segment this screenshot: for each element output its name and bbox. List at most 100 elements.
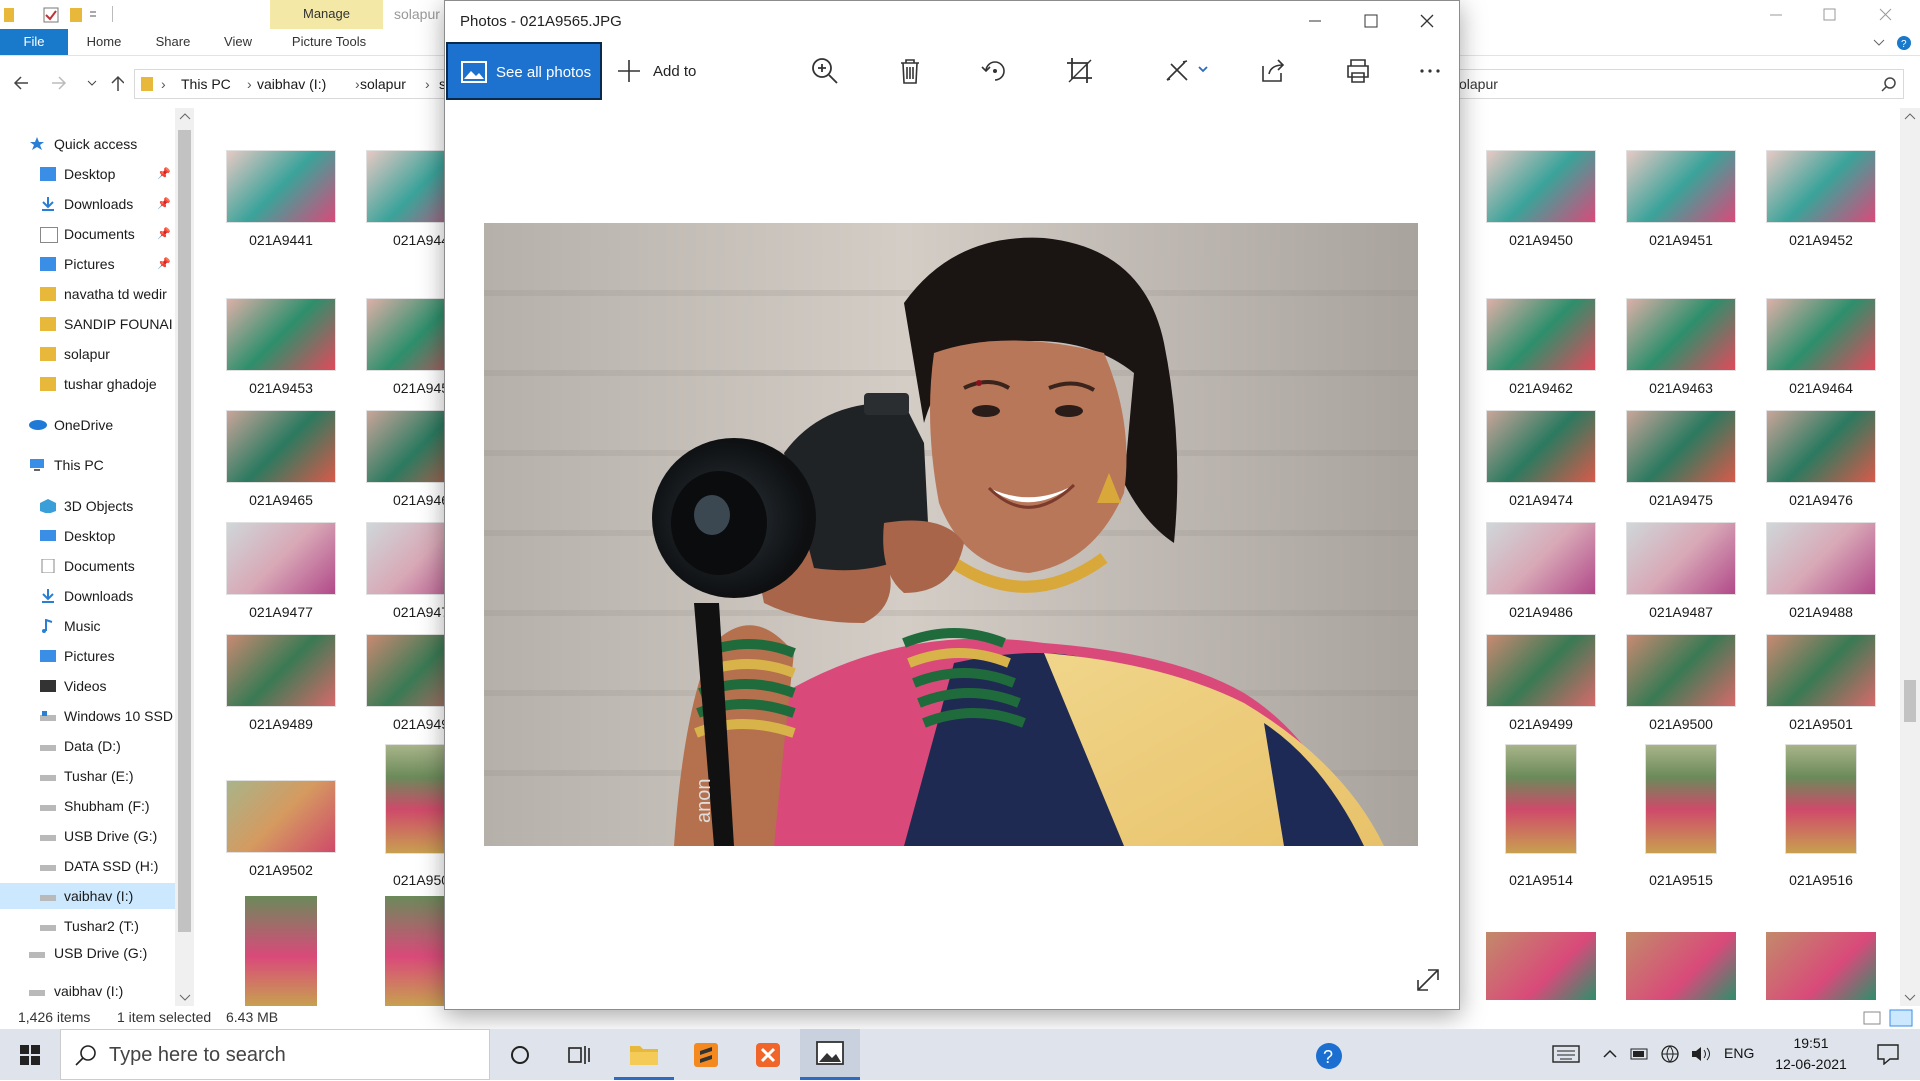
battery-icon[interactable] [1630, 1047, 1650, 1061]
language-indicator[interactable]: ENG [1724, 1045, 1754, 1061]
nav-quick-item[interactable]: SANDIP FOUNAI [0, 311, 175, 337]
fullscreen-button[interactable] [1413, 965, 1443, 995]
share-button[interactable] [1258, 56, 1288, 86]
quick-access-icons[interactable] [4, 6, 96, 24]
nav-quick-access[interactable]: Quick access [0, 131, 175, 157]
task-view-button[interactable] [550, 1029, 610, 1080]
nav-vaibhav-bottom[interactable]: vaibhav (I:) [0, 978, 175, 1004]
breadcrumb-this-pc[interactable]: This PC [181, 70, 231, 98]
file-thumbnail[interactable]: 021A9441 [226, 150, 336, 290]
main-photo[interactable]: anon [484, 223, 1418, 846]
nav-pc-item[interactable]: Tushar2 (T:) [0, 913, 175, 939]
nav-quick-item[interactable]: Documents 📌 [0, 221, 175, 247]
nav-pc-item[interactable]: Music [0, 613, 175, 639]
nav-pc-item[interactable]: Videos [0, 673, 175, 699]
grid-scrollbar[interactable] [1900, 108, 1920, 1006]
file-thumbnail[interactable]: 021A9514 [1486, 744, 1596, 920]
taskbar-sublime-text[interactable] [676, 1029, 736, 1080]
file-thumbnail[interactable]: 021A9489 [226, 634, 336, 774]
nav-pc-item[interactable]: Data (D:) [0, 733, 175, 759]
breadcrumb-vaibhav[interactable]: vaibhav (I:) [257, 70, 326, 98]
tab-home[interactable]: Home [78, 29, 130, 55]
file-thumbnail[interactable] [1486, 932, 1596, 1000]
network-globe-icon[interactable] [1660, 1044, 1680, 1064]
address-bar[interactable]: › This PC › vaibhav (I:) › solapur › s [134, 69, 466, 99]
nav-quick-item[interactable]: tushar ghadoje [0, 371, 175, 397]
cortana-button[interactable] [490, 1029, 550, 1080]
clock-date[interactable]: 12-06-2021 [1771, 1056, 1851, 1072]
scroll-up-icon[interactable] [1904, 112, 1916, 120]
ribbon-expand-icons[interactable]: ? [1872, 35, 1912, 51]
file-thumbnail[interactable]: 021A9515 [1626, 744, 1736, 920]
grid-scroll-thumb[interactable] [1904, 680, 1916, 722]
nav-pc-item[interactable]: Downloads [0, 583, 175, 609]
keyboard-icon[interactable] [1552, 1044, 1580, 1064]
nav-arrows-icon[interactable] [12, 73, 124, 93]
more-options-button[interactable] [1415, 56, 1445, 86]
nav-pc-item[interactable]: DATA SSD (H:) [0, 853, 175, 879]
nav-onedrive[interactable]: OneDrive [0, 412, 175, 438]
tab-share[interactable]: Share [148, 29, 198, 55]
nav-scroll-thumb[interactable] [178, 130, 191, 932]
breadcrumb-solapur[interactable]: solapur [360, 70, 406, 98]
taskbar-xampp[interactable] [738, 1029, 798, 1080]
rotate-button[interactable] [980, 56, 1010, 86]
view-toggle-icons[interactable] [1862, 1008, 1914, 1028]
file-thumbnail[interactable]: 021A9451 [1626, 150, 1736, 290]
pin-icon[interactable]: 📌 [157, 161, 171, 187]
nav-pc-item[interactable]: Documents [0, 553, 175, 579]
pin-icon[interactable]: 📌 [157, 191, 171, 217]
volume-icon[interactable] [1690, 1045, 1712, 1063]
scroll-up-icon[interactable] [179, 112, 191, 120]
tab-file[interactable]: File [0, 29, 68, 55]
nav-quick-item[interactable]: Downloads 📌 [0, 191, 175, 217]
nav-quick-item[interactable]: solapur [0, 341, 175, 367]
search-input[interactable]: olapur [1456, 69, 1904, 99]
file-thumbnail[interactable]: 021A9450 [1486, 150, 1596, 290]
maximize-button[interactable] [1343, 1, 1399, 41]
start-button[interactable] [0, 1029, 60, 1080]
notifications-icon[interactable] [1876, 1043, 1900, 1065]
nav-pc-item[interactable]: vaibhav (I:) [0, 883, 175, 909]
nav-quick-item[interactable]: Desktop 📌 [0, 161, 175, 187]
file-thumbnail[interactable] [245, 896, 317, 1006]
clock-time[interactable]: 19:51 [1771, 1035, 1851, 1051]
scroll-down-icon[interactable] [179, 994, 191, 1002]
crop-button[interactable] [1065, 56, 1095, 86]
see-all-photos-button[interactable]: See all photos [446, 42, 602, 100]
minimize-button[interactable] [1287, 1, 1343, 41]
taskbar-file-explorer[interactable] [614, 1029, 674, 1080]
scroll-down-icon[interactable] [1904, 994, 1916, 1002]
tab-manage[interactable]: Manage [270, 0, 383, 29]
nav-usb-drive[interactable]: USB Drive (G:) [0, 940, 175, 966]
taskbar-photos[interactable] [800, 1029, 860, 1080]
nav-this-pc[interactable]: This PC [0, 452, 175, 478]
close-button[interactable] [1399, 1, 1455, 41]
nav-pc-item[interactable]: Desktop [0, 523, 175, 549]
nav-pc-item[interactable]: Pictures [0, 643, 175, 669]
file-thumbnail[interactable] [1766, 932, 1876, 1000]
tab-picture-tools[interactable]: Picture Tools [280, 29, 378, 55]
file-thumbnail[interactable] [1626, 932, 1736, 1000]
chevron-up-icon[interactable] [1602, 1047, 1618, 1059]
nav-pc-item[interactable]: Shubham (F:) [0, 793, 175, 819]
print-button[interactable] [1343, 56, 1373, 86]
pin-icon[interactable]: 📌 [157, 251, 171, 277]
nav-quick-item[interactable]: navatha td wedir [0, 281, 175, 307]
zoom-button[interactable] [810, 56, 840, 86]
tab-view[interactable]: View [214, 29, 262, 55]
nav-pc-item[interactable]: 3D Objects [0, 493, 175, 519]
help-app-button[interactable]: ? [1298, 1029, 1358, 1080]
edit-create-button[interactable] [1163, 56, 1213, 86]
nav-pc-item[interactable]: USB Drive (G:) [0, 823, 175, 849]
taskbar-search-box[interactable]: Type here to search [60, 1029, 490, 1080]
file-thumbnail[interactable]: 021A9516 [1766, 744, 1876, 920]
nav-quick-item[interactable]: Pictures 📌 [0, 251, 175, 277]
delete-button[interactable] [895, 56, 925, 86]
window-controls-icons[interactable] [1760, 4, 1920, 26]
nav-pc-item[interactable]: Tushar (E:) [0, 763, 175, 789]
add-to-button[interactable]: Add to [617, 53, 717, 89]
nav-pc-item[interactable]: Windows 10 SSD [0, 703, 175, 729]
file-thumbnail[interactable]: 021A9452 [1766, 150, 1876, 290]
pin-icon[interactable]: 📌 [157, 221, 171, 247]
